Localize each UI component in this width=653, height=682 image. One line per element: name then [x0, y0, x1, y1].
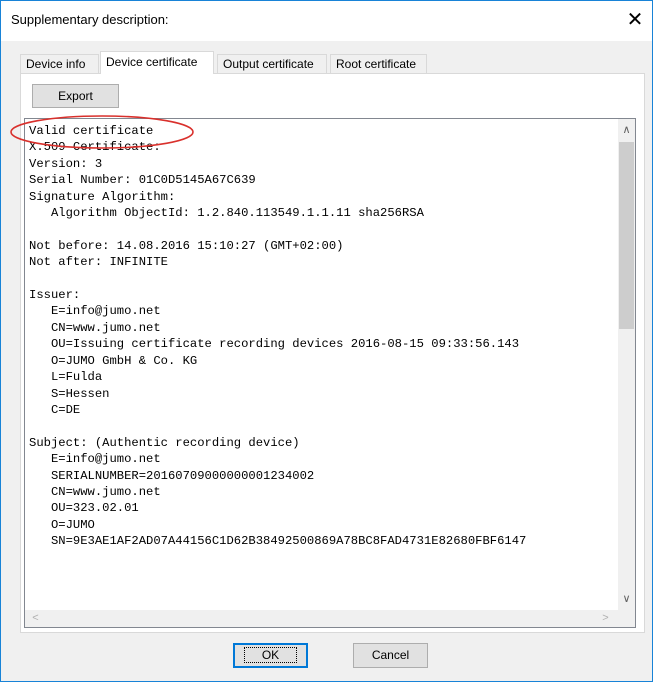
ok-button[interactable]: OK [233, 643, 308, 668]
title-bar: Supplementary description: ✕ [1, 1, 652, 41]
certificate-line: SERIALNUMBER=20160709000000001234002 [50, 468, 315, 483]
annotation-circle [10, 115, 194, 149]
scrollbar-corner [618, 610, 635, 627]
vertical-scrollbar[interactable]: ∧ ∨ [618, 119, 635, 610]
certificate-line: Version: 3 [29, 156, 103, 171]
horizontal-scrollbar[interactable]: < > [25, 610, 618, 627]
certificate-line: Algorithm ObjectId: 1.2.840.113549.1.1.1… [50, 206, 424, 221]
tab-device-certificate[interactable]: Device certificate [100, 51, 214, 74]
scroll-right-icon[interactable]: > [597, 610, 614, 627]
certificate-line: O=JUMO GmbH & Co. KG [50, 353, 198, 368]
tab-device-info[interactable]: Device info [20, 54, 99, 73]
vertical-scroll-thumb[interactable] [619, 142, 634, 329]
certificate-line: E=info@jumo.net [50, 452, 161, 467]
cancel-button[interactable]: Cancel [353, 643, 428, 668]
scroll-down-icon[interactable]: ∨ [618, 591, 635, 608]
ok-button-label: OK [243, 647, 298, 663]
certificate-line: Not after: INFINITE [29, 255, 168, 270]
scroll-up-icon[interactable]: ∧ [618, 122, 635, 139]
dialog-title: Supplementary description: [11, 12, 169, 27]
certificate-line: Signature Algorithm: [29, 189, 176, 204]
certificate-line: C=DE [50, 402, 81, 417]
certificate-line: Not before: 14.08.2016 15:10:27 (GMT+02:… [29, 238, 344, 253]
certificate-line: OU=Issuing certificate recording devices… [50, 337, 520, 352]
certificate-line: Serial Number: 01C0D5145A67C639 [29, 173, 256, 188]
certificate-line: E=info@jumo.net [50, 304, 161, 319]
certificate-line: Issuer: [29, 288, 81, 303]
annotation-ellipse [10, 115, 194, 149]
certificate-line: O=JUMO [50, 517, 95, 532]
certificate-text: Valid certificate X.509 Certificate: Ver… [29, 123, 526, 550]
certificate-line: CN=www.jumo.net [50, 484, 161, 499]
tab-root-certificate[interactable]: Root certificate [330, 54, 427, 73]
certificate-line: SN=9E3AE1AF2AD07A44156C1D62B38492500869A… [50, 534, 527, 549]
certificate-line: L=Fulda [50, 370, 103, 385]
certificate-line: OU=323.02.01 [50, 501, 139, 516]
tab-output-certificate[interactable]: Output certificate [217, 54, 327, 73]
certificate-line: S=Hessen [50, 386, 110, 401]
export-button[interactable]: Export [32, 84, 119, 108]
certificate-textbox[interactable]: Valid certificate X.509 Certificate: Ver… [24, 118, 636, 628]
scroll-left-icon[interactable]: < [27, 610, 44, 627]
close-icon[interactable]: ✕ [622, 7, 648, 33]
certificate-line: Subject: (Authentic recording device) [29, 435, 300, 450]
certificate-line: CN=www.jumo.net [50, 320, 161, 335]
